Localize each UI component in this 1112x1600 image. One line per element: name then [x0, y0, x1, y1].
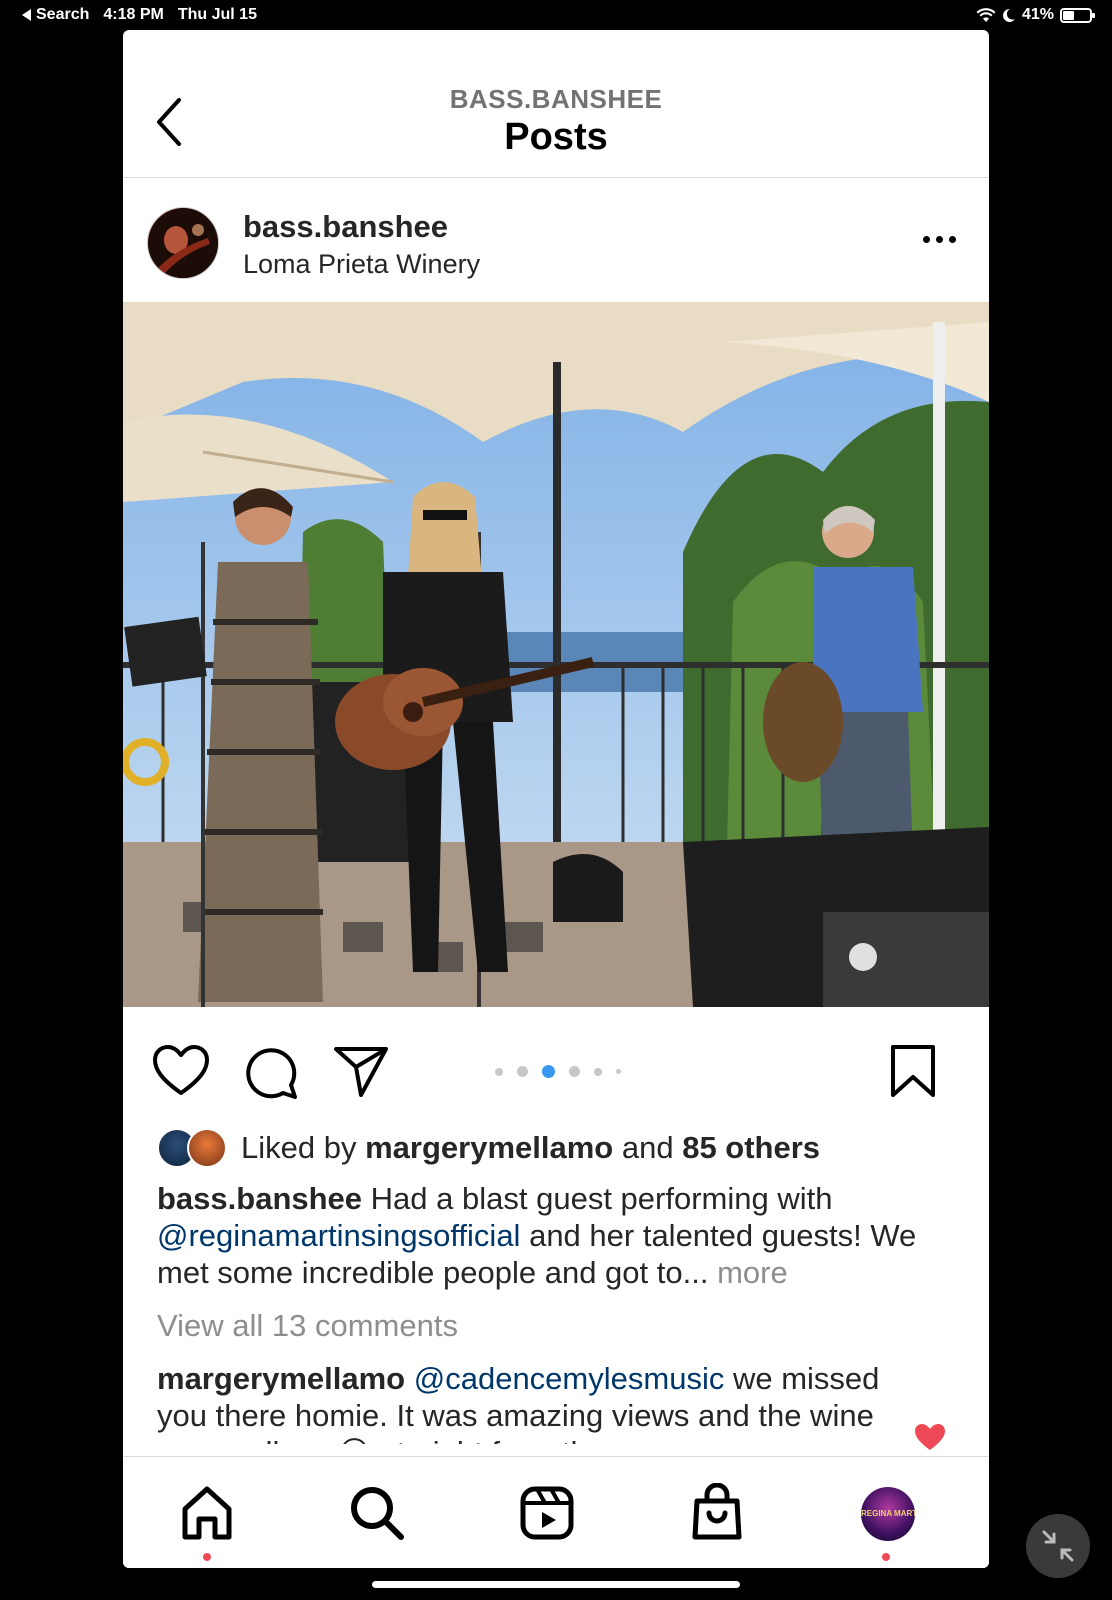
collapse-arrows-icon: [1042, 1530, 1074, 1562]
like-heart-icon[interactable]: [151, 1043, 211, 1099]
pip-collapse-button[interactable]: [1026, 1514, 1090, 1578]
caption-username[interactable]: bass.banshee: [157, 1181, 362, 1216]
page-title: Posts: [504, 116, 608, 158]
liker-avatar: [187, 1128, 227, 1168]
home-indicator[interactable]: [372, 1581, 740, 1588]
post-location[interactable]: Loma Prieta Winery: [243, 249, 480, 280]
share-paper-plane-icon[interactable]: [331, 1043, 391, 1099]
view-all-comments-link[interactable]: View all 13 comments: [157, 1308, 458, 1344]
likes-prefix: Liked by: [241, 1130, 357, 1165]
more-options-icon[interactable]: [923, 229, 959, 249]
caption-more-link[interactable]: more: [717, 1255, 788, 1290]
comment-username[interactable]: margerymellamo: [157, 1361, 405, 1396]
instagram-window: BASS.BANSHEE Posts bass.banshee Loma Pri…: [123, 30, 989, 1568]
carousel-dot: [517, 1066, 528, 1077]
back-triangle-icon: [22, 9, 31, 21]
profile-tab-avatar[interactable]: REGINA MARTIN: [861, 1487, 915, 1541]
battery-icon: [1060, 7, 1095, 23]
battery-percent: 41%: [1021, 6, 1054, 23]
comment-bubble-icon[interactable]: [241, 1043, 301, 1099]
post-actions: [123, 1007, 989, 1117]
comment-like-heart-icon[interactable]: [913, 1422, 947, 1452]
carousel-dot: [495, 1067, 503, 1076]
caption-text-1: Had a blast guest performing with: [370, 1181, 833, 1216]
reels-icon[interactable]: [517, 1483, 577, 1543]
comment-mention[interactable]: @cadencemylesmusic: [414, 1361, 725, 1396]
author-avatar[interactable]: [147, 207, 219, 279]
comment-preview: margerymellamo @cadencemylesmusic we mis…: [157, 1360, 917, 1444]
likes-count[interactable]: 85 others: [682, 1130, 820, 1166]
caption-mention[interactable]: @reginamartinsingsofficial: [157, 1218, 520, 1253]
wifi-icon: [976, 7, 996, 22]
carousel-dot: [616, 1069, 621, 1074]
back-to-app-link[interactable]: Search: [22, 6, 89, 24]
bookmark-icon[interactable]: [883, 1043, 943, 1099]
home-icon[interactable]: [177, 1483, 237, 1543]
bottom-tab-bar: REGINA MARTIN: [123, 1456, 989, 1568]
status-date: Thu Jul 15: [177, 6, 257, 23]
post-header: bass.banshee Loma Prieta Winery: [123, 179, 989, 301]
likes-joiner: and: [621, 1130, 674, 1165]
post-photo[interactable]: [123, 302, 989, 1007]
concert-photo: [123, 302, 989, 1007]
top-nav-bar: BASS.BANSHEE Posts: [123, 30, 989, 178]
post-caption: bass.banshee Had a blast guest performin…: [157, 1180, 957, 1291]
nav-username: BASS.BANSHEE: [449, 84, 663, 114]
shop-bag-icon[interactable]: [687, 1483, 747, 1543]
status-bar: Search 4:18 PM Thu Jul 15 41%: [0, 0, 1112, 30]
liker-avatars: [157, 1126, 235, 1170]
avatar-photo: [148, 208, 218, 278]
back-app-label: Search: [36, 6, 90, 23]
carousel-dot-active: [542, 1065, 555, 1078]
carousel-dot: [569, 1066, 580, 1077]
carousel-dot: [594, 1067, 602, 1076]
likes-summary[interactable]: Liked by margerymellamo and 85 others: [157, 1123, 820, 1173]
status-time: 4:18 PM: [103, 6, 164, 23]
carousel-indicator: [495, 1065, 621, 1078]
post-author-username[interactable]: bass.banshee: [243, 209, 448, 245]
profile-avatar-text: REGINA MARTIN: [861, 1509, 915, 1518]
profile-notification-dot: [882, 1553, 890, 1561]
search-icon[interactable]: [347, 1483, 407, 1543]
home-notification-dot: [203, 1553, 211, 1561]
moon-icon: [1003, 8, 1015, 22]
liker-username[interactable]: margerymellamo: [365, 1130, 613, 1166]
